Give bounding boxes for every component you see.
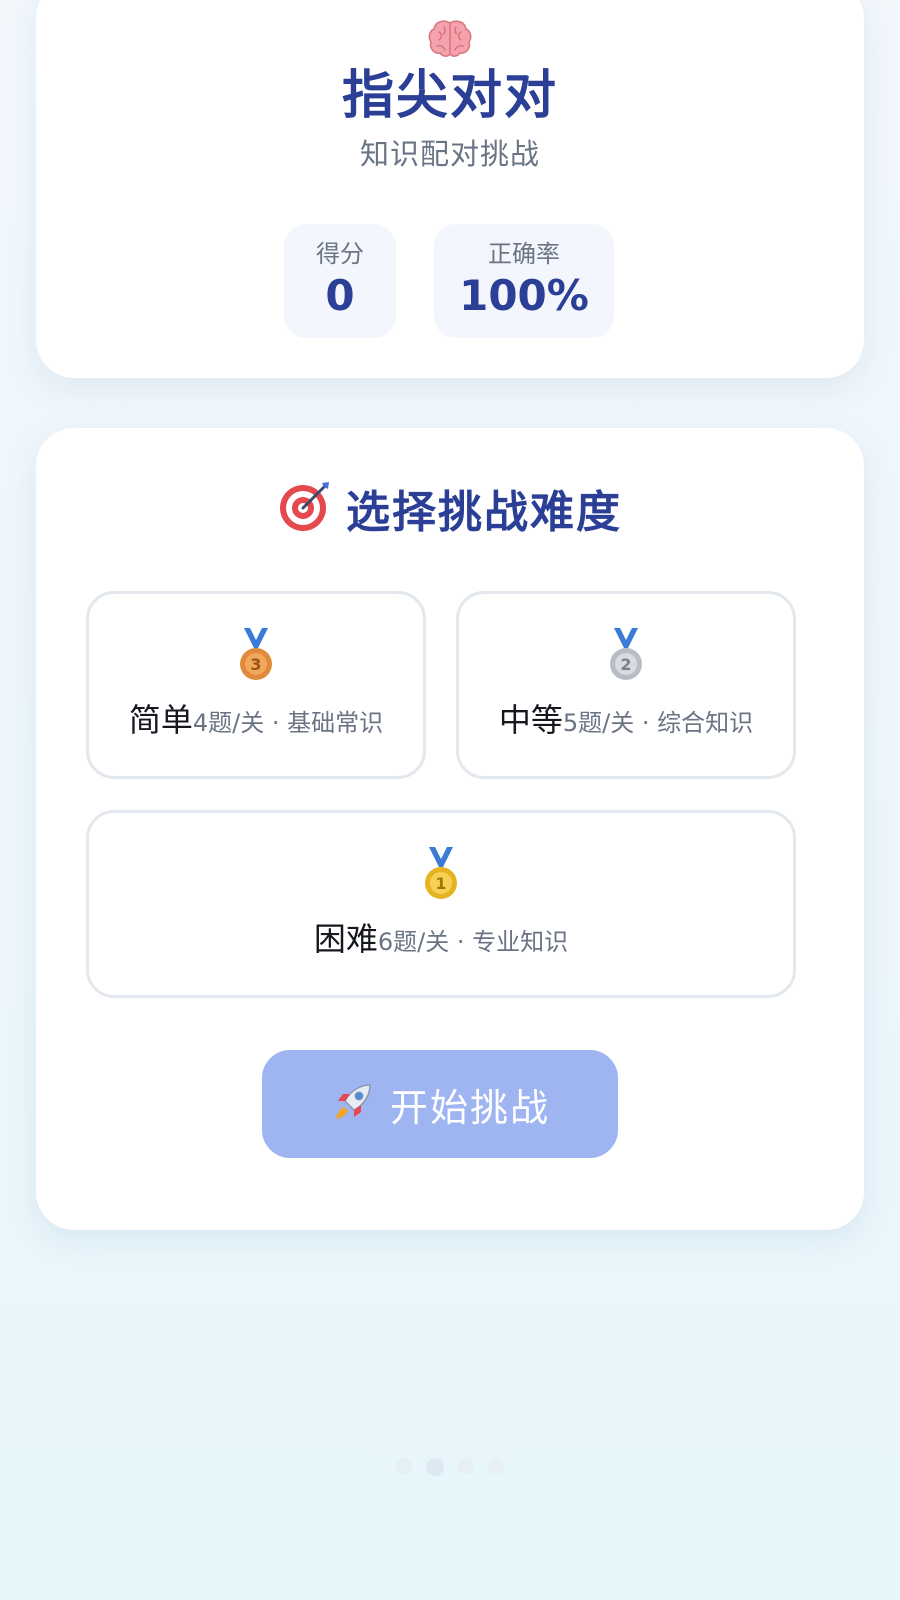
hard-option-text: 困难6题/关 · 专业知识 [89,917,793,967]
svg-text:3: 3 [250,655,261,674]
medium-option-text: 中等5题/关 · 综合知识 [459,698,793,748]
silver-medal-icon: 2 [459,628,793,684]
accuracy-value: 100% [459,271,589,320]
start-challenge-button[interactable]: 开始挑战 [262,1050,618,1158]
difficulty-option-easy[interactable]: 3 简单4题/关 · 基础常识 [86,591,426,779]
difficulty-title: 选择挑战难度 [36,476,864,540]
bronze-medal-icon: 3 [89,628,423,684]
medium-description: 5题/关 · 综合知识 [562,709,754,737]
start-button-label: 开始挑战 [389,1085,550,1130]
difficulty-card: 选择挑战难度 3 简单4题/关 · 基础常识 2 中等5题/关 · 综合知识 1… [36,428,864,1230]
target-icon [278,479,332,537]
brain-icon [36,18,864,70]
svg-text:2: 2 [620,655,631,674]
score-value: 0 [325,271,355,320]
page-dot[interactable] [396,1458,412,1474]
difficulty-title-text: 选择挑战难度 [346,487,622,538]
page-indicator [0,1458,900,1476]
easy-option-text: 简单4题/关 · 基础常识 [89,698,423,748]
difficulty-option-hard[interactable]: 1 困难6题/关 · 专业知识 [86,810,796,998]
app-subtitle: 知识配对挑战 [359,137,540,171]
svg-text:1: 1 [435,874,446,893]
easy-label: 简单 [128,701,193,739]
accuracy-stat: 正确率 100% [434,224,614,338]
gold-medal-icon: 1 [89,847,793,903]
hard-description: 6题/关 · 专业知识 [377,928,569,956]
easy-description: 4题/关 · 基础常识 [192,709,384,737]
app-title: 指尖对对 [341,66,558,126]
hard-label: 困难 [313,920,378,958]
score-label: 得分 [316,240,364,268]
header-card: 指尖对对 知识配对挑战 得分 0 正确率 100% [36,0,864,378]
page-dot-active[interactable] [426,1458,444,1476]
accuracy-label: 正确率 [488,240,560,268]
page-dot[interactable] [488,1458,504,1474]
score-stat: 得分 0 [284,224,396,338]
rocket-icon [330,1079,376,1129]
difficulty-option-medium[interactable]: 2 中等5题/关 · 综合知识 [456,591,796,779]
medium-label: 中等 [498,701,563,739]
page-dot[interactable] [458,1458,474,1474]
